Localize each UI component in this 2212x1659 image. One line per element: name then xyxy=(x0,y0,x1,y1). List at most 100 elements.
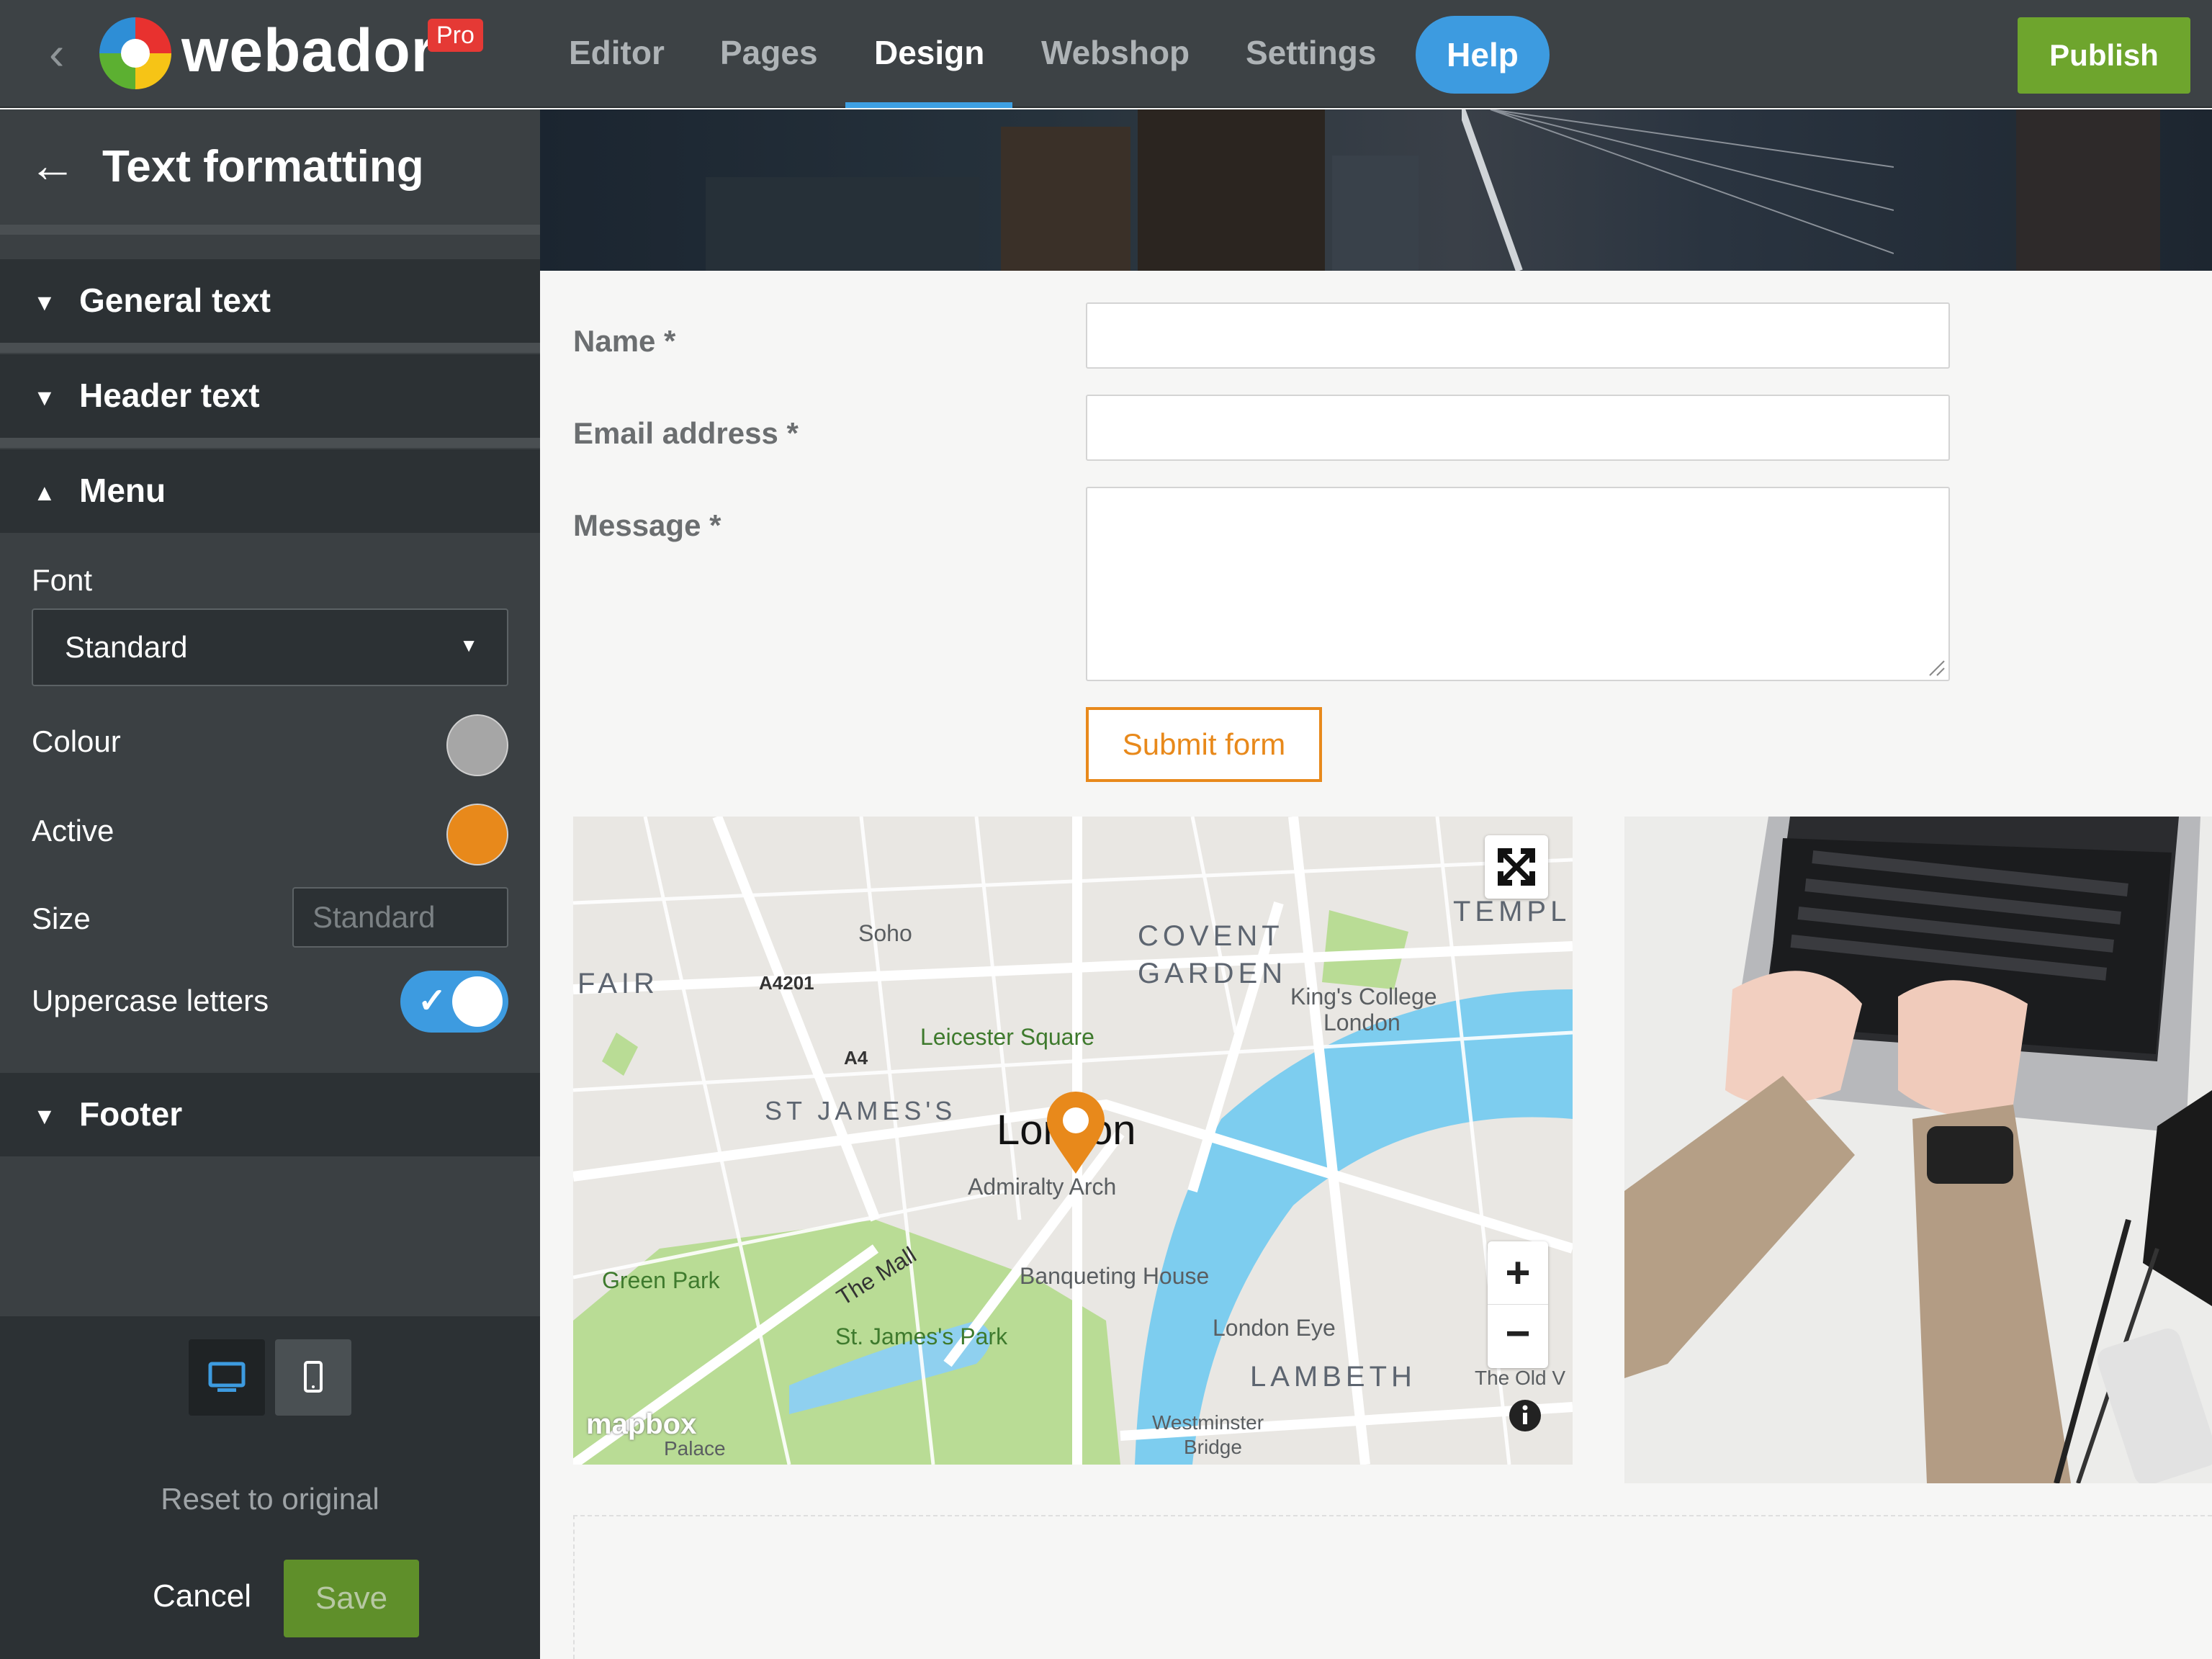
map-label: LAMBETH xyxy=(1250,1361,1416,1393)
zoom-controls: + − xyxy=(1488,1241,1548,1368)
map-label: Westminster xyxy=(1152,1411,1264,1434)
caret-up-icon: ▲ xyxy=(33,480,56,505)
uppercase-label: Uppercase letters xyxy=(32,984,269,1017)
colour-label: Colour xyxy=(32,724,121,758)
caret-down-icon: ▼ xyxy=(33,1103,56,1129)
map-label: The Old V xyxy=(1475,1367,1566,1389)
building-shape xyxy=(2016,109,2160,271)
back-chevron-icon[interactable]: ‹ xyxy=(49,30,85,76)
email-input[interactable] xyxy=(1086,395,1950,461)
pro-badge: Pro xyxy=(428,19,483,52)
section-general-text[interactable]: ▼ General text xyxy=(0,259,540,343)
map-label: TEMPLE xyxy=(1453,896,1573,927)
section-label: Header text xyxy=(79,377,260,414)
map-label: Banqueting House xyxy=(1020,1263,1210,1289)
active-label: Active xyxy=(32,814,114,848)
message-label: Message * xyxy=(573,508,721,542)
publish-button[interactable]: Publish xyxy=(2018,17,2190,94)
divider xyxy=(0,225,540,235)
nav-settings[interactable]: Settings xyxy=(1246,33,1376,72)
laptop-photo-art xyxy=(1624,817,2212,1483)
mapbox-attribution[interactable]: mapbox xyxy=(586,1408,696,1441)
zoom-out-button[interactable]: − xyxy=(1488,1305,1548,1368)
nav-pages[interactable]: Pages xyxy=(720,33,818,72)
header-image xyxy=(540,109,2212,271)
mobile-icon xyxy=(304,1361,323,1393)
name-label: Name * xyxy=(573,324,676,358)
map-label: Soho xyxy=(858,920,912,946)
map-label: A4 xyxy=(844,1047,868,1069)
map-label: FAIR xyxy=(577,968,659,999)
map-label: ST JAMES'S xyxy=(765,1096,957,1125)
section-header-text[interactable]: ▼ Header text xyxy=(0,354,540,438)
map-label: COVENT xyxy=(1138,920,1284,952)
bridge-cables xyxy=(1462,109,1894,271)
map-label: Leicester Square xyxy=(920,1024,1094,1050)
colour-swatch[interactable] xyxy=(446,714,508,776)
zoom-in-button[interactable]: + xyxy=(1488,1241,1548,1305)
uppercase-toggle[interactable]: ✓ xyxy=(400,971,508,1033)
fullscreen-button[interactable] xyxy=(1485,835,1548,899)
save-button[interactable]: Save xyxy=(284,1560,419,1637)
map-label: King's College xyxy=(1290,984,1437,1010)
reset-to-original-link[interactable]: Reset to original xyxy=(0,1482,540,1516)
info-icon[interactable] xyxy=(1508,1398,1542,1433)
map-label: London xyxy=(1323,1010,1401,1035)
font-label: Font xyxy=(32,563,93,597)
active-colour-swatch[interactable] xyxy=(446,804,508,866)
submit-form-button[interactable]: Submit form xyxy=(1086,707,1322,782)
font-select-value: Standard xyxy=(65,630,188,664)
divider xyxy=(0,343,540,353)
name-input[interactable] xyxy=(1086,302,1950,369)
expand-icon xyxy=(1498,848,1535,886)
section-label: General text xyxy=(79,282,271,319)
nav-design[interactable]: Design xyxy=(874,33,984,72)
logo-text: webador xyxy=(181,17,436,84)
size-input[interactable]: Standard xyxy=(292,887,508,948)
caret-down-icon: ▼ xyxy=(33,289,56,315)
nav-webshop[interactable]: Webshop xyxy=(1041,33,1190,72)
divider xyxy=(0,438,540,448)
section-label: Footer xyxy=(79,1095,183,1133)
mobile-preview-button[interactable] xyxy=(275,1339,351,1416)
cancel-button[interactable]: Cancel xyxy=(153,1578,251,1614)
font-select[interactable]: Standard ▼ xyxy=(32,608,508,686)
nav-editor[interactable]: Editor xyxy=(569,33,665,72)
design-sidebar: ← Text formatting ▼ General text ▼ Heade… xyxy=(0,109,540,1659)
building-shape xyxy=(706,177,979,271)
map-label: London Eye xyxy=(1213,1315,1336,1341)
map-widget[interactable]: Soho COVENT GARDEN TEMPLE FAIR A4201 Lei… xyxy=(573,817,1573,1465)
panel-header: ← Text formatting xyxy=(0,109,540,225)
email-label: Email address * xyxy=(573,416,799,450)
toggle-knob xyxy=(452,976,503,1027)
caret-down-icon: ▼ xyxy=(33,385,56,410)
size-label: Size xyxy=(32,902,91,935)
check-icon: ✓ xyxy=(418,982,447,1020)
empty-content-block[interactable] xyxy=(573,1515,2212,1659)
section-menu[interactable]: ▲ Menu xyxy=(0,449,540,533)
desktop-icon xyxy=(208,1362,246,1392)
desktop-preview-button[interactable] xyxy=(189,1339,265,1416)
map-label: St. James's Park xyxy=(835,1323,1008,1349)
building-shape xyxy=(1332,156,1419,271)
help-button[interactable]: Help xyxy=(1416,16,1550,94)
map-label: A4201 xyxy=(759,972,814,994)
building-shape xyxy=(1138,109,1325,271)
section-label: Menu xyxy=(79,472,166,509)
map-label: Bridge xyxy=(1184,1436,1242,1458)
map-pin-icon[interactable] xyxy=(1044,1090,1107,1177)
resize-handle-icon[interactable] xyxy=(1927,658,1946,677)
laptop-photo xyxy=(1624,817,2212,1483)
map-label: Admiralty Arch xyxy=(968,1174,1117,1200)
top-bar: ‹ webador Pro Editor Pages Design Websho… xyxy=(0,0,2212,108)
building-shape xyxy=(1001,127,1130,271)
section-footer[interactable]: ▼ Footer xyxy=(0,1073,540,1156)
active-tab-indicator xyxy=(845,102,1012,108)
back-arrow-icon[interactable]: ← xyxy=(29,141,76,189)
message-textarea[interactable] xyxy=(1086,487,1950,681)
webador-logo-icon xyxy=(99,17,171,89)
map-label: Green Park xyxy=(602,1267,720,1293)
chevron-down-icon: ▼ xyxy=(459,634,478,656)
map-label: GARDEN xyxy=(1138,958,1287,989)
panel-title: Text formatting xyxy=(102,142,424,192)
